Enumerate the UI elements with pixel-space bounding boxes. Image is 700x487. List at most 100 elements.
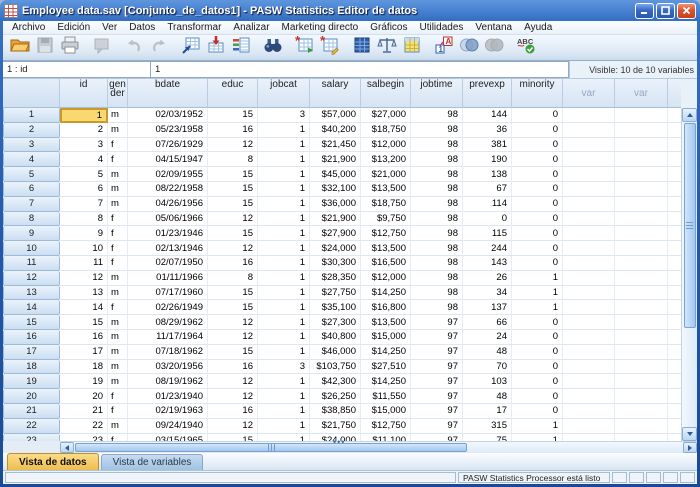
cell-13-salbegin[interactable]: $14,250 — [361, 286, 411, 301]
cell-8-bdate[interactable]: 05/06/1966 — [128, 212, 208, 227]
cell-14-var[interactable] — [615, 300, 668, 315]
cell-19-var[interactable] — [563, 374, 615, 389]
column-header-id[interactable]: id — [60, 79, 108, 108]
scroll-up-button[interactable] — [682, 108, 697, 122]
close-button[interactable] — [677, 3, 696, 19]
cell-22-salary[interactable]: $21,750 — [310, 419, 361, 434]
row-header-22[interactable]: 22 — [3, 419, 60, 434]
cell-2-salbegin[interactable]: $18,750 — [361, 123, 411, 138]
cell-10-educ[interactable]: 12 — [208, 241, 258, 256]
cell-21-prevexp[interactable]: 17 — [463, 404, 512, 419]
cell-12-bdate[interactable]: 01/11/1966 — [128, 271, 208, 286]
menu-item-ayuda[interactable]: Ayuda — [518, 22, 558, 33]
cell-8-var[interactable] — [615, 212, 668, 227]
cell-6-salary[interactable]: $32,100 — [310, 182, 361, 197]
insert-cases-button[interactable]: * — [292, 36, 317, 59]
cell-5-var[interactable] — [615, 167, 668, 182]
cell-22-jobcat[interactable]: 1 — [258, 419, 310, 434]
cell-15-educ[interactable]: 12 — [208, 315, 258, 330]
cell-7-gender[interactable]: m — [108, 197, 128, 212]
cell-16-jobtime[interactable]: 97 — [411, 330, 463, 345]
scroll-down-button[interactable] — [682, 427, 697, 441]
open-data-button[interactable] — [7, 36, 32, 59]
cell-18-salary[interactable]: $103,750 — [310, 360, 361, 375]
menu-item-analizar[interactable]: Analizar — [227, 22, 275, 33]
cell-18-bdate[interactable]: 03/20/1956 — [128, 360, 208, 375]
row-header-1[interactable]: 1 — [3, 108, 60, 123]
cell-14-var[interactable] — [563, 300, 615, 315]
cell-7-salbegin[interactable]: $18,750 — [361, 197, 411, 212]
cell-5-salary[interactable]: $45,000 — [310, 167, 361, 182]
cell-18-jobtime[interactable]: 97 — [411, 360, 463, 375]
cell-13-minority[interactable]: 1 — [512, 286, 563, 301]
cell-12-salbegin[interactable]: $12,000 — [361, 271, 411, 286]
column-header-jobtime[interactable]: jobtime — [411, 79, 463, 108]
cell-19-var[interactable] — [615, 374, 668, 389]
cell-5-educ[interactable]: 15 — [208, 167, 258, 182]
cell-19-gender[interactable]: m — [108, 374, 128, 389]
column-header-var-11[interactable]: var — [615, 79, 668, 108]
cell-21-minority[interactable]: 0 — [512, 404, 563, 419]
cell-23-var[interactable] — [563, 434, 615, 441]
cell-10-var[interactable] — [615, 241, 668, 256]
cell-14-salbegin[interactable]: $16,800 — [361, 300, 411, 315]
minimize-button[interactable] — [635, 3, 654, 19]
weight-cases-button[interactable] — [374, 36, 399, 59]
cell-17-jobtime[interactable]: 97 — [411, 345, 463, 360]
cell-3-gender[interactable]: f — [108, 138, 128, 153]
cell-23-jobcat[interactable]: 1 — [258, 434, 310, 441]
cell-13-prevexp[interactable]: 34 — [463, 286, 512, 301]
cell-13-salary[interactable]: $27,750 — [310, 286, 361, 301]
cell-17-salbegin[interactable]: $14,250 — [361, 345, 411, 360]
cell-22-var[interactable] — [563, 419, 615, 434]
cell-2-salary[interactable]: $40,200 — [310, 123, 361, 138]
select-cases-button[interactable] — [399, 36, 424, 59]
cell-22-var[interactable] — [615, 419, 668, 434]
cell-19-jobtime[interactable]: 97 — [411, 374, 463, 389]
cell-21-salbegin[interactable]: $15,000 — [361, 404, 411, 419]
cell-1-var[interactable] — [615, 108, 668, 123]
cell-4-var[interactable] — [563, 152, 615, 167]
cell-7-salary[interactable]: $36,000 — [310, 197, 361, 212]
cell-7-educ[interactable]: 15 — [208, 197, 258, 212]
cell-5-jobcat[interactable]: 1 — [258, 167, 310, 182]
row-header-10[interactable]: 10 — [3, 241, 60, 256]
menu-item-graficos[interactable]: Gráficos — [364, 22, 413, 33]
cell-1-minority[interactable]: 0 — [512, 108, 563, 123]
cell-17-id[interactable]: 17 — [60, 345, 108, 360]
cell-6-jobcat[interactable]: 1 — [258, 182, 310, 197]
cell-18-educ[interactable]: 16 — [208, 360, 258, 375]
cell-22-gender[interactable]: m — [108, 419, 128, 434]
find-button[interactable] — [260, 36, 285, 59]
cell-1-var[interactable] — [563, 108, 615, 123]
cell-16-jobcat[interactable]: 1 — [258, 330, 310, 345]
horizontal-scrollbar[interactable] — [60, 441, 697, 453]
row-header-18[interactable]: 18 — [3, 360, 60, 375]
cell-12-jobtime[interactable]: 98 — [411, 271, 463, 286]
cell-9-bdate[interactable]: 01/23/1946 — [128, 226, 208, 241]
cell-11-salary[interactable]: $30,300 — [310, 256, 361, 271]
row-header-23[interactable]: 23 — [3, 434, 60, 441]
cell-10-jobcat[interactable]: 1 — [258, 241, 310, 256]
cell-3-jobtime[interactable]: 98 — [411, 138, 463, 153]
cell-23-gender[interactable]: f — [108, 434, 128, 441]
cell-10-prevexp[interactable]: 244 — [463, 241, 512, 256]
cell-19-id[interactable]: 19 — [60, 374, 108, 389]
cell-22-bdate[interactable]: 09/24/1940 — [128, 419, 208, 434]
cell-16-educ[interactable]: 12 — [208, 330, 258, 345]
cell-14-jobcat[interactable]: 1 — [258, 300, 310, 315]
pane-splitter-grip[interactable]: ••• — [333, 439, 345, 445]
cell-2-bdate[interactable]: 05/23/1958 — [128, 123, 208, 138]
cell-3-educ[interactable]: 12 — [208, 138, 258, 153]
cell-17-educ[interactable]: 15 — [208, 345, 258, 360]
cell-14-salary[interactable]: $35,100 — [310, 300, 361, 315]
cell-14-jobtime[interactable]: 98 — [411, 300, 463, 315]
cell-21-gender[interactable]: f — [108, 404, 128, 419]
cell-21-salary[interactable]: $38,850 — [310, 404, 361, 419]
column-header-jobcat[interactable]: jobcat — [258, 79, 310, 108]
cell-10-var[interactable] — [563, 241, 615, 256]
cell-10-salary[interactable]: $24,000 — [310, 241, 361, 256]
use-variable-sets-button[interactable] — [456, 36, 481, 59]
cell-17-var[interactable] — [615, 345, 668, 360]
cell-22-minority[interactable]: 1 — [512, 419, 563, 434]
